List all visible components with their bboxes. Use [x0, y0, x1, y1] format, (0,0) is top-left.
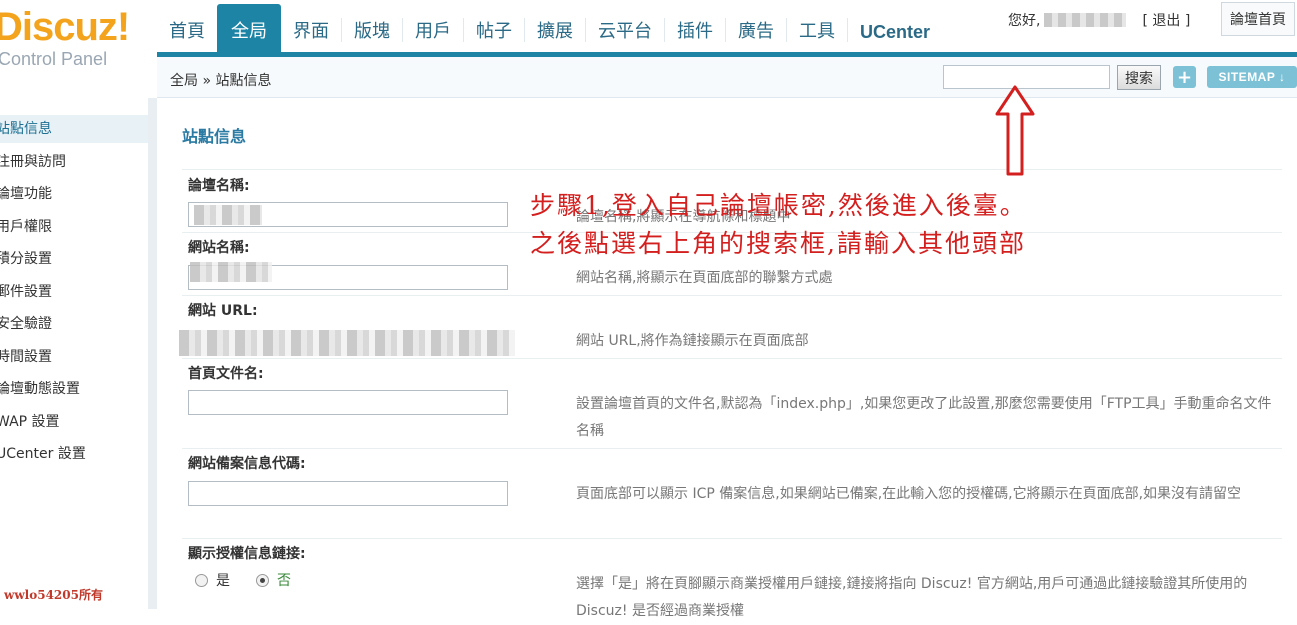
- site-url-field-blurred[interactable]: [179, 330, 515, 356]
- field-label-license-link: 顯示授權信息鏈接:: [188, 546, 306, 562]
- tab-posts[interactable]: 帖子: [464, 0, 524, 52]
- sidebar-item-label: 注冊與訪問: [0, 154, 66, 170]
- row-divider: [182, 448, 1282, 449]
- blurred-value: [190, 262, 272, 282]
- sidebar-item-label: UCenter 設置: [0, 446, 86, 462]
- annotation-line-2: 之後點選右上角的搜索框,請輸入其他頭部: [530, 229, 1026, 258]
- search-button[interactable]: 搜索: [1117, 65, 1161, 90]
- user-greeting: 您好,: [1008, 13, 1041, 29]
- sidebar-item-permissions[interactable]: 用戶權限: [0, 213, 148, 241]
- sidebar-item-label: 用戶權限: [0, 219, 52, 235]
- logout-link[interactable]: [ 退出 ]: [1142, 10, 1190, 30]
- tab-plugins[interactable]: 插件: [665, 0, 725, 52]
- row-divider: [182, 169, 1282, 170]
- annotation-line-1: 步驟1,登入自己論壇帳密,然後進入後臺。: [530, 191, 1027, 220]
- tab-ucenter[interactable]: UCenter: [848, 0, 942, 52]
- sidebar-item-ucenter[interactable]: UCenter 設置: [0, 440, 148, 468]
- field-label-icp: 網站備案信息代碼:: [188, 456, 306, 472]
- row-divider: [182, 538, 1282, 539]
- sidebar-item-label: 積分設置: [0, 251, 52, 267]
- sidebar-item-label: 時間設置: [0, 349, 52, 365]
- field-desc-site-name: 網站名稱,將顯示在頁面底部的聯繫方式處: [576, 270, 833, 286]
- sidebar-item-label: 安全驗證: [0, 316, 52, 332]
- header: Discuz! Control Panel 首頁 全局 界面 版塊 用戶 帖子 …: [0, 0, 1297, 69]
- forum-home-button[interactable]: 論壇首頁: [1221, 2, 1295, 36]
- field-desc-license-link: 選擇「是」將在頁腳顯示商業授權用戶鏈接,鏈接將指向 Discuz! 官方網站,用…: [576, 576, 1248, 619]
- sidebar-item-wap[interactable]: WAP 設置: [0, 408, 148, 436]
- sidebar-item-label: 郵件設置: [0, 284, 52, 300]
- discuz-logo[interactable]: Discuz! Control Panel: [0, 0, 157, 70]
- field-desc-site-url: 網站 URL,將作為鏈接顯示在頁面底部: [576, 333, 809, 349]
- sidebar-item-register[interactable]: 注冊與訪問: [0, 148, 148, 176]
- sidebar-item-label: WAP 設置: [0, 414, 60, 430]
- field-label-site-name: 網站名稱:: [188, 240, 250, 256]
- sidebar: 站點信息 注冊與訪問 論壇功能 用戶權限 積分設置 郵件設置 安全驗證 時間設置…: [0, 98, 148, 609]
- field-label-index-file: 首頁文件名:: [188, 366, 264, 382]
- field-label-site-url: 網站 URL:: [188, 303, 258, 319]
- main-content: 站點信息 論壇名稱: 論壇名稱,將顯示在導航條和標題中 網站名稱: 網站名稱,將…: [157, 98, 1297, 619]
- page-title: 站點信息: [182, 127, 247, 146]
- sub-bar: 全局 » 站點信息 搜索 + SITEMAP ↓: [157, 57, 1297, 98]
- radio-yes-label: 是: [216, 573, 230, 589]
- sidebar-item-label: 站點信息: [0, 121, 52, 137]
- watermark: wwlo54205所有: [4, 588, 103, 602]
- icp-field[interactable]: [188, 481, 508, 506]
- radio-no[interactable]: [256, 573, 269, 587]
- row-divider: [182, 358, 1282, 359]
- field-label-forum-name: 論壇名稱:: [188, 178, 250, 194]
- sidebar-item-label: 論壇動態設置: [0, 381, 80, 397]
- tab-forums[interactable]: 版塊: [342, 0, 402, 52]
- tab-users[interactable]: 用戶: [403, 0, 463, 52]
- tab-home[interactable]: 首頁: [157, 0, 217, 52]
- sidebar-item-label: 論壇功能: [0, 186, 52, 202]
- main-nav: 首頁 全局 界面 版塊 用戶 帖子 擴展 云平台 插件 廣告 工具 UCente…: [157, 0, 942, 52]
- sidebar-item-security[interactable]: 安全驗證: [0, 310, 148, 338]
- field-desc-icp: 頁面底部可以顯示 ICP 備案信息,如果網站已備案,在此輸入您的授權碼,它將顯示…: [576, 486, 1242, 502]
- tab-interface[interactable]: 界面: [281, 0, 341, 52]
- sidebar-divider: [148, 98, 157, 609]
- sidebar-item-mail[interactable]: 郵件設置: [0, 278, 148, 306]
- sitemap-button[interactable]: SITEMAP ↓: [1207, 66, 1297, 88]
- up-arrow-icon: [995, 85, 1035, 176]
- row-divider: [182, 295, 1282, 296]
- index-file-field[interactable]: [188, 390, 508, 415]
- username-blurred: [1044, 13, 1127, 27]
- user-info: 您好, [ 退出 ]: [1008, 10, 1190, 30]
- logo-subtitle: Control Panel: [0, 49, 108, 69]
- sidebar-item-credits[interactable]: 積分設置: [0, 245, 148, 273]
- tutorial-annotation: 步驟1,登入自己論壇帳密,然後進入後臺。 之後點選右上角的搜索框,請輸入其他頭部: [530, 187, 1027, 263]
- tab-extensions[interactable]: 擴展: [525, 0, 585, 52]
- field-desc-index-file: 設置論壇首頁的文件名,默認為「index.php」,如果您更改了此設置,那麼您需…: [576, 396, 1272, 439]
- logo-brand: Discuz!: [0, 5, 130, 49]
- tab-global[interactable]: 全局: [217, 4, 281, 52]
- blurred-value: [194, 205, 262, 225]
- radio-yes[interactable]: [195, 573, 208, 587]
- radio-no-label: 否: [277, 573, 291, 589]
- sidebar-item-site-info[interactable]: 站點信息: [0, 115, 148, 143]
- breadcrumb: 全局 » 站點信息: [170, 73, 272, 89]
- license-link-radio-group: 是 否: [195, 570, 317, 590]
- sidebar-item-forum-features[interactable]: 論壇功能: [0, 180, 148, 208]
- sidebar-item-time[interactable]: 時間設置: [0, 343, 148, 371]
- tab-cloud[interactable]: 云平台: [586, 0, 664, 52]
- add-shortcut-button[interactable]: +: [1173, 66, 1196, 88]
- sidebar-item-feed[interactable]: 論壇動態設置: [0, 375, 148, 403]
- tab-tools[interactable]: 工具: [787, 0, 847, 52]
- tab-ads[interactable]: 廣告: [726, 0, 786, 52]
